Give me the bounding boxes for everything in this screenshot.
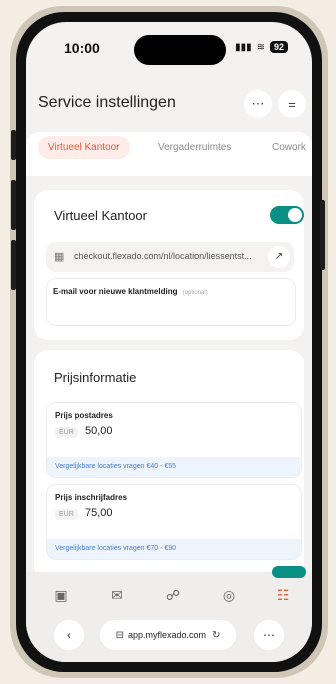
email-optional: (optional) xyxy=(182,290,208,296)
open-link-icon[interactable]: ↗ xyxy=(268,246,290,268)
price-label: Prijs inschrijfadres xyxy=(55,493,128,502)
page-title: Service instellingen xyxy=(38,94,176,111)
location-icon[interactable]: ◎ xyxy=(218,584,240,606)
email-field[interactable]: E-mail voor nieuwe klantmelding (optiona… xyxy=(46,278,296,326)
volume-down-button xyxy=(11,240,16,290)
tab-virtueel-kantoor[interactable]: Virtueel Kantoor xyxy=(38,136,130,159)
dynamic-island xyxy=(134,35,226,65)
status-bar: 10:00 ▮▮▮ ≋ 92 xyxy=(26,22,312,72)
status-time: 10:00 xyxy=(64,40,100,56)
mute-switch xyxy=(11,130,16,160)
price-value: 50,00 xyxy=(85,425,113,437)
browser-bar: ‹ ⊟ app.myflexado.com ↻ ⋯ xyxy=(26,616,312,656)
checkout-url-row[interactable]: ▦ checkout.flexado.com/nl/location/liess… xyxy=(46,242,294,272)
inbox-icon[interactable]: ▣ xyxy=(50,584,72,606)
toggle-knob xyxy=(288,208,302,222)
price-inschrijfadres[interactable]: Prijs inschrijfadres EUR 75,00 Vergelijk… xyxy=(46,484,302,560)
menu-button[interactable]: = xyxy=(278,90,306,118)
signal-icon: ▮▮▮ xyxy=(235,41,252,53)
calendar-icon: ▦ xyxy=(54,251,65,263)
chat-icon: ⋯ xyxy=(251,96,265,111)
partial-toggle xyxy=(272,566,306,578)
price-note: Vergelijkbare locaties vragen €70 - €90 xyxy=(47,539,301,559)
checkout-url: checkout.flexado.com/nl/location/liessen… xyxy=(74,251,252,261)
price-value: 75,00 xyxy=(85,507,113,519)
virtual-office-title: Virtueel Kantoor xyxy=(54,208,147,223)
address-bar[interactable]: ⊟ app.myflexado.com ↻ xyxy=(100,620,236,650)
menu-icon: = xyxy=(288,96,296,112)
tab-vergaderruimtes[interactable]: Vergaderruimtes xyxy=(158,142,231,153)
status-icons: ▮▮▮ ≋ 92 xyxy=(235,41,288,53)
email-label: E-mail voor nieuwe klantmelding (optiona… xyxy=(53,287,208,296)
more-button[interactable]: ⋯ xyxy=(254,620,284,650)
phone-screen: 10:00 ▮▮▮ ≋ 92 Service instellingen ⋯ = … xyxy=(26,22,312,662)
users-icon[interactable]: ☍ xyxy=(162,584,184,606)
volume-up-button xyxy=(11,180,16,230)
chat-button[interactable]: ⋯ xyxy=(244,90,272,118)
wifi-icon: ≋ xyxy=(256,41,265,53)
virtual-office-toggle[interactable] xyxy=(270,206,304,224)
mail-icon[interactable]: ✉ xyxy=(106,584,128,606)
tab-cowork[interactable]: Cowork xyxy=(272,142,306,153)
bottom-navigation: ▣ ✉ ☍ ◎ ☷ ‹ ⊟ app.myflexado.com ↻ ⋯ xyxy=(26,566,312,662)
service-tabs: Virtueel Kantoor Vergaderruimtes Cowork xyxy=(26,132,312,176)
power-button xyxy=(320,200,325,270)
pricing-title: Prijsinformatie xyxy=(54,370,137,385)
price-label: Prijs postadres xyxy=(55,411,113,420)
services-icon[interactable]: ☷ xyxy=(272,584,294,606)
back-button[interactable]: ‹ xyxy=(54,620,84,650)
site-icon: ⊟ xyxy=(115,630,124,641)
battery-icon: 92 xyxy=(269,41,288,53)
pricing-card: Prijsinformatie Prijs postadres EUR 50,0… xyxy=(34,350,304,580)
price-note: Vergelijkbare locaties vragen €40 - €55 xyxy=(47,457,301,477)
currency-badge: EUR xyxy=(55,509,78,520)
price-postadres[interactable]: Prijs postadres EUR 50,00 Vergelijkbare … xyxy=(46,402,302,478)
email-label-text: E-mail voor nieuwe klantmelding xyxy=(53,287,178,296)
currency-badge: EUR xyxy=(55,427,78,438)
address-text: app.myflexado.com xyxy=(127,630,207,640)
virtual-office-card: Virtueel Kantoor ▦ checkout.flexado.com/… xyxy=(34,190,304,340)
reload-icon[interactable]: ↻ xyxy=(212,630,220,641)
page-header: Service instellingen ⋯ = xyxy=(26,84,312,124)
